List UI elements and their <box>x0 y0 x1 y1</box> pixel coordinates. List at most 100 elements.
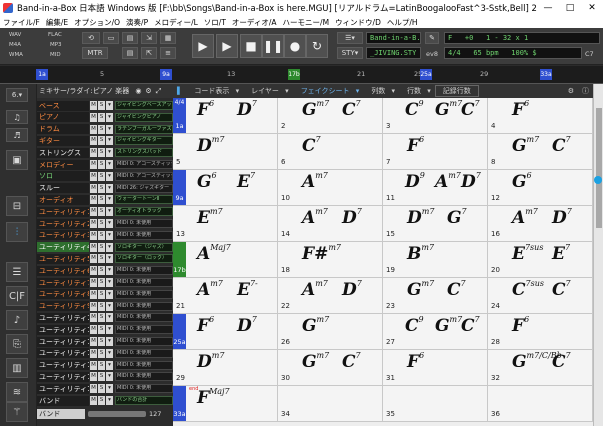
instrument-selector[interactable]: MIDI 0: 未使用 <box>115 384 173 394</box>
instrument-selector[interactable]: MIDI 0: 未使用 <box>115 289 173 299</box>
track-row[interactable]: ユーティリティ14MS▾MIDI 0: 未使用 <box>37 360 173 371</box>
chord-symbol[interactable]: Gm7 <box>302 315 329 336</box>
chord-cell[interactable]: 8 Gm7 C7 <box>488 134 593 170</box>
audio-wave-icon[interactable]: ≋ <box>6 382 28 402</box>
columns-menu[interactable]: 列数 ▾ <box>363 86 399 96</box>
track-menu-button[interactable]: ▾ <box>106 230 113 240</box>
chord-symbol[interactable]: C7 <box>552 279 571 300</box>
track-row[interactable]: ユーティリティ5 M S ▾ ソロギター（ロック） <box>37 253 173 264</box>
undo-icon[interactable]: ⟲ <box>82 32 100 44</box>
mute-button[interactable]: M <box>90 148 97 158</box>
menu-item[interactable]: 編集/E <box>43 17 71 28</box>
solo-button[interactable]: S <box>98 372 105 382</box>
timeline[interactable]: 591317212529331a9a17b25a33a <box>0 66 603 84</box>
instrument-selector[interactable]: MIDI 0: 未使用 <box>115 219 173 228</box>
song-menu-button[interactable]: ☰▾ <box>337 32 363 44</box>
menu-item[interactable]: ソロ/T <box>201 17 229 28</box>
chord-symbol[interactable]: F6 <box>197 99 214 120</box>
format-wav[interactable]: WAV <box>9 32 21 38</box>
record-rows-button[interactable]: 記録行数 <box>434 85 479 97</box>
track-row[interactable]: ストリングス M S ▾ ストリングスパッド <box>37 147 173 158</box>
chord-symbol[interactable]: Am7 <box>512 207 538 228</box>
solo-button[interactable]: S <box>98 360 105 370</box>
chord-symbol[interactable]: Em7 <box>197 207 223 228</box>
chord-cell[interactable]: 7 F6 <box>383 134 488 170</box>
help-icon[interactable]: ⓘ <box>578 86 593 96</box>
guitar-icon[interactable]: ⚚ <box>6 402 28 422</box>
chord-cell[interactable]: 4 F6 <box>488 98 593 134</box>
track-menu-button[interactable]: ▾ <box>106 183 113 193</box>
notation-icon[interactable]: ♫ <box>6 110 28 124</box>
solo-button[interactable]: S <box>98 384 105 394</box>
mixer-icon[interactable]: ▣ <box>6 150 28 170</box>
chord-symbol[interactable]: D7 <box>237 315 257 336</box>
chord-cell[interactable]: 24 C7sus C7 <box>488 278 593 314</box>
track-row[interactable]: スルー M S ▾ MIDI 26: ジャズギター <box>37 183 173 194</box>
track-name[interactable]: ユーティリティ2 <box>37 218 89 229</box>
chord-symbol[interactable]: G6 <box>197 171 217 192</box>
mute-button[interactable]: M <box>90 337 97 346</box>
solo-button[interactable]: S <box>98 254 105 264</box>
chord-cell[interactable]: 6 C7 <box>278 134 383 170</box>
open-folder-icon[interactable]: ▤ <box>122 32 138 44</box>
instrument-selector[interactable]: MIDI 0: 未使用 <box>115 325 173 335</box>
mute-button[interactable]: M <box>90 396 97 405</box>
window-icon[interactable]: ⊟ <box>6 196 28 216</box>
track-row[interactable]: ユーティリティ1 M S ▾ オーディオトラック <box>37 206 173 217</box>
instrument-selector[interactable]: MIDI 0: 未使用 <box>115 337 173 346</box>
solo-button[interactable]: S <box>98 148 105 158</box>
tempo-bar-display[interactable]: 4/4 65 bpm 100% $ <box>444 47 582 59</box>
chord-symbol[interactable]: F6 <box>197 315 214 336</box>
instrument-selector[interactable]: バンドの合計 <box>115 396 173 405</box>
chord-cell[interactable]: 13 Em7 <box>173 206 278 242</box>
track-name[interactable]: バンド <box>37 395 89 406</box>
chord-cell[interactable]: 22 Am7 D7 <box>278 278 383 314</box>
chord-symbol[interactable]: Dm7 <box>197 135 224 156</box>
instrument-selector[interactable]: MIDI 0: 未使用 <box>115 266 173 276</box>
chord-symbol[interactable]: E7- <box>237 279 258 300</box>
chord-symbol[interactable]: C7 <box>342 351 361 372</box>
chord-symbol[interactable]: C7 <box>552 135 571 156</box>
format-mid[interactable]: MID <box>50 52 61 58</box>
solo-button[interactable]: S <box>98 266 105 276</box>
track-row[interactable]: ユーティリティ8 M S ▾ MIDI 0: 未使用 <box>37 289 173 300</box>
instrument-selector[interactable]: ジャイビングベースアップライト <box>115 101 173 110</box>
mute-button[interactable]: M <box>90 313 97 323</box>
document-icon[interactable]: ⎘ <box>6 334 28 354</box>
track-menu-button[interactable]: ▾ <box>106 207 113 217</box>
menu-item[interactable]: オプション/O <box>71 17 123 28</box>
track-row[interactable]: ユーティリティ7 M S ▾ MIDI 0: 未使用 <box>37 277 173 288</box>
solo-button[interactable]: S <box>98 325 105 335</box>
track-row[interactable]: ユーティリティ9 M S ▾ MIDI 0: 未使用 <box>37 301 173 312</box>
chord-symbol[interactable]: F6 <box>512 99 529 120</box>
record-icon[interactable]: ● <box>284 34 306 58</box>
solo-button[interactable]: S <box>98 242 105 252</box>
solo-button[interactable]: S <box>98 337 105 346</box>
chord-cell[interactable]: 5 Dm7 <box>173 134 278 170</box>
key-bar-display[interactable]: F +0 1 - 32 x 1 <box>444 32 600 44</box>
chord-cell[interactable]: 30 Gm7 C7 <box>278 350 383 386</box>
track-name[interactable]: ユーティリティ4 <box>37 242 89 253</box>
track-name[interactable]: メロディー <box>37 159 89 170</box>
chord-symbol[interactable]: AMaj7 <box>197 243 231 264</box>
track-menu-button[interactable]: ▾ <box>106 160 113 169</box>
instrument-selector[interactable]: MIDI 0: 未使用 <box>115 348 173 358</box>
chord-symbol[interactable]: D7 <box>461 171 481 192</box>
settings-icon[interactable]: ⚙ <box>145 87 151 95</box>
track-menu-button[interactable]: ▾ <box>106 148 113 158</box>
mute-button[interactable]: M <box>90 160 97 169</box>
menu-item[interactable]: ハーモニー/M <box>280 17 333 28</box>
mute-button[interactable]: M <box>90 301 97 311</box>
track-name[interactable]: ユーティリティ16 <box>37 383 89 394</box>
format-flac[interactable]: FLAC <box>48 32 62 38</box>
track-row[interactable]: ユーティリティ4 M S ▾ ソロギター（ジャズ） <box>37 242 173 253</box>
menu-item[interactable]: ヘルプ/H <box>384 17 421 28</box>
solo-button[interactable]: S <box>98 183 105 193</box>
timeline-part-marker[interactable]: 17b <box>288 69 300 80</box>
sheet-nav-icon[interactable]: ▌ <box>173 87 186 95</box>
track-menu-button[interactable]: ▾ <box>106 195 113 205</box>
chord-symbol[interactable]: F6 <box>512 315 529 336</box>
track-row[interactable]: ドラム M S ▾ ラテンブーガルーファスト <box>37 124 173 135</box>
import-icon[interactable]: ⇲ <box>141 32 157 44</box>
layer-menu[interactable]: レイヤー ▾ <box>243 86 293 96</box>
